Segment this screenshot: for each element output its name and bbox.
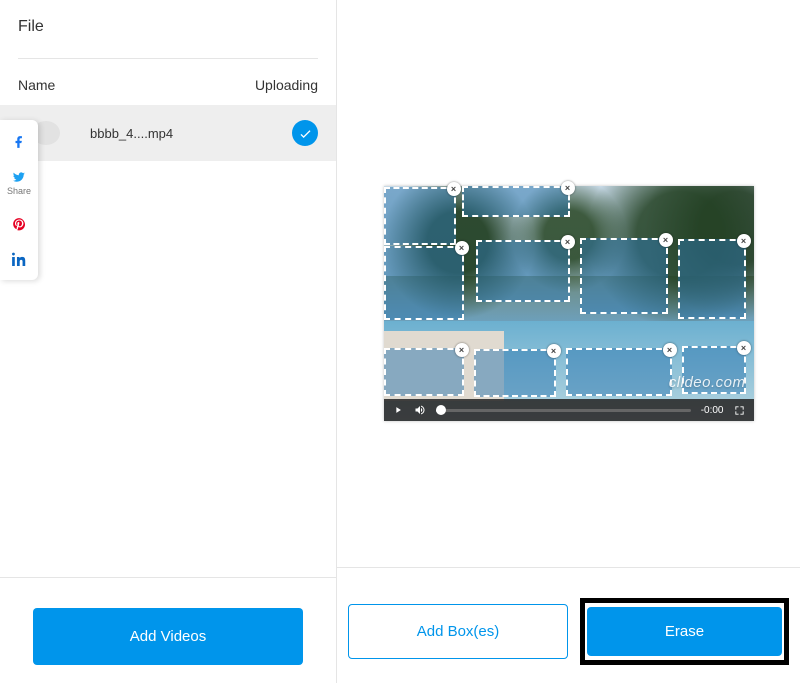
selection-box[interactable]: × (474, 349, 556, 397)
selection-box[interactable]: × (384, 348, 464, 396)
pinterest-icon (12, 216, 26, 232)
play-icon (393, 405, 403, 415)
file-list-header: Name Uploading (0, 59, 336, 105)
erase-highlight: Erase (580, 598, 789, 665)
share-label: Share (7, 186, 31, 196)
share-twitter-button[interactable]: Share (4, 160, 34, 206)
time-remaining: -0:00 (701, 405, 724, 416)
selection-close-button[interactable]: × (561, 181, 575, 195)
file-name: bbbb_4....mp4 (90, 126, 173, 141)
selection-close-button[interactable]: × (659, 233, 673, 247)
selection-close-button[interactable]: × (547, 344, 561, 358)
selection-box[interactable]: × (462, 186, 570, 217)
facebook-icon (12, 134, 26, 150)
column-name: Name (18, 77, 55, 93)
volume-icon (414, 404, 426, 416)
share-linkedin-button[interactable] (4, 242, 34, 276)
selection-close-button[interactable]: × (447, 182, 461, 196)
video-preview[interactable]: ×××××××××× clideo.com -0:00 (384, 186, 754, 421)
selection-close-button[interactable]: × (561, 235, 575, 249)
selection-box[interactable]: × (384, 246, 464, 320)
play-button[interactable] (392, 404, 404, 416)
fullscreen-icon (734, 405, 745, 416)
upload-complete-icon (292, 120, 318, 146)
selection-box[interactable]: × (476, 240, 570, 302)
file-row[interactable]: bbbb_4....mp4 (0, 105, 336, 161)
fullscreen-button[interactable] (734, 404, 746, 416)
add-videos-button[interactable]: Add Videos (33, 608, 303, 665)
watermark-text: clideo.com (669, 374, 746, 391)
selection-close-button[interactable]: × (455, 241, 469, 255)
video-controls: -0:00 (384, 399, 754, 421)
volume-button[interactable] (414, 404, 426, 416)
selection-box[interactable]: × (384, 187, 456, 245)
share-facebook-button[interactable] (4, 124, 34, 160)
file-panel-title: File (18, 18, 318, 59)
progress-thumb[interactable] (436, 405, 446, 415)
selection-box[interactable]: × (580, 238, 668, 314)
selection-close-button[interactable]: × (737, 341, 751, 355)
twitter-icon (11, 170, 27, 184)
column-status: Uploading (255, 77, 318, 93)
selection-close-button[interactable]: × (737, 234, 751, 248)
selection-box[interactable]: × (678, 239, 746, 319)
erase-button[interactable]: Erase (587, 607, 782, 656)
file-sidebar: File Name Uploading bbbb_4....mp4 Add Vi… (0, 0, 337, 683)
linkedin-icon (12, 252, 26, 266)
main-panel: ×××××××××× clideo.com -0:00 (337, 0, 800, 683)
share-pinterest-button[interactable] (4, 206, 34, 242)
selection-box[interactable]: × (566, 348, 672, 396)
selection-close-button[interactable]: × (455, 343, 469, 357)
social-share-bar: Share (0, 120, 38, 280)
add-boxes-button[interactable]: Add Box(es) (348, 604, 568, 659)
selection-close-button[interactable]: × (663, 343, 677, 357)
progress-bar[interactable] (436, 409, 691, 412)
